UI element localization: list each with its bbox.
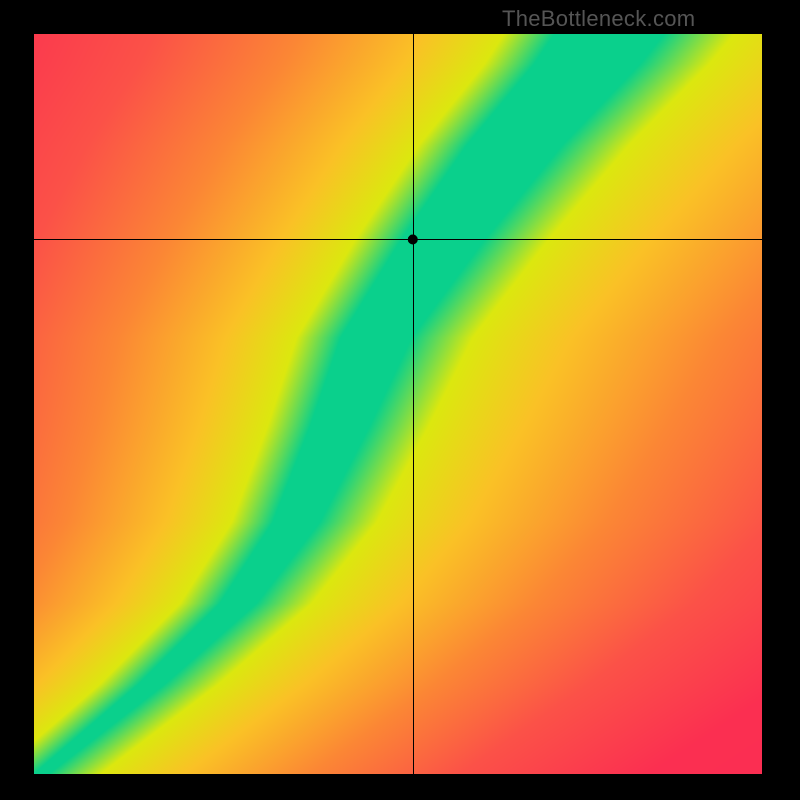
frame: TheBottleneck.com [0,0,800,800]
crosshair-overlay [34,34,762,774]
watermark-text: TheBottleneck.com [502,6,695,32]
